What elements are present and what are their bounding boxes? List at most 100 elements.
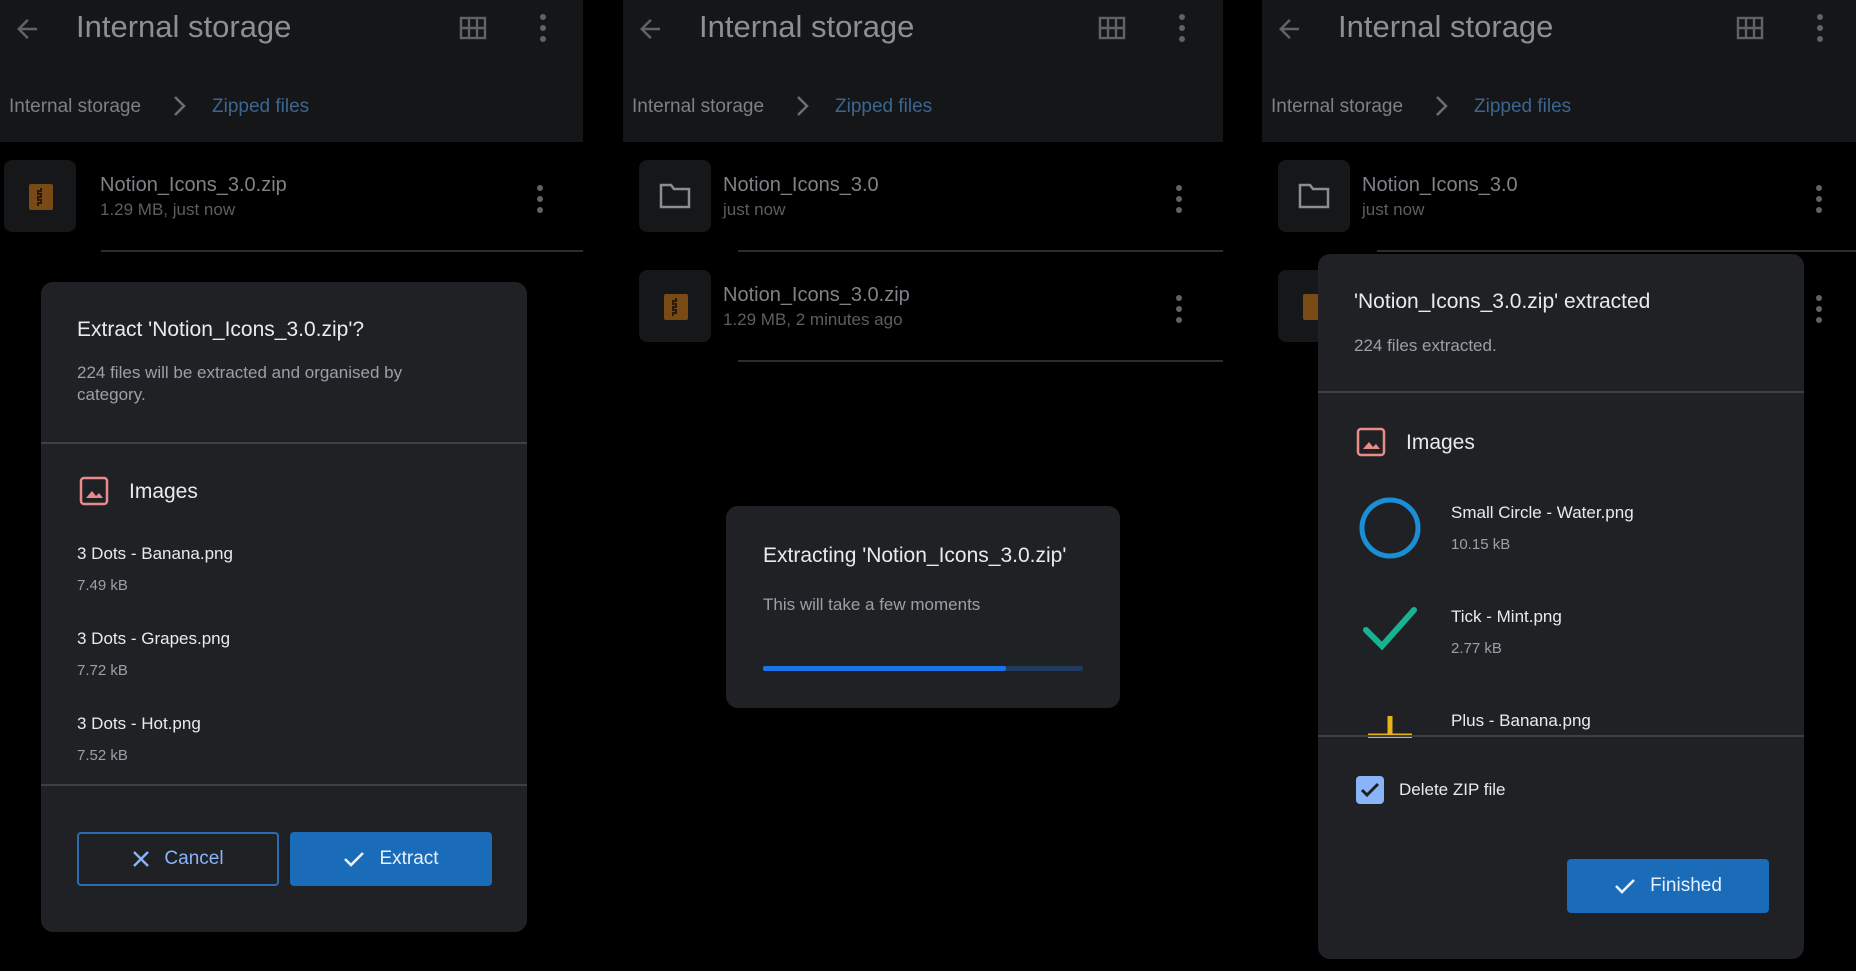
extracted-dialog: 'Notion_Icons_3.0.zip' extracted 224 fil…	[1318, 254, 1804, 959]
file-name: Notion_Icons_3.0.zip	[723, 284, 910, 306]
file-row[interactable]: Notion_Icons_3.0 just now	[1262, 142, 1856, 252]
zip-file-icon	[4, 160, 76, 232]
divider	[1318, 391, 1804, 393]
folder-icon	[639, 160, 711, 232]
divider	[41, 784, 527, 786]
list-item-name: 3 Dots - Banana.png	[77, 544, 233, 563]
back-arrow-icon[interactable]	[12, 14, 42, 44]
back-arrow-icon[interactable]	[1274, 14, 1304, 44]
list-item-size: 7.49 kB	[77, 577, 128, 594]
file-meta: 1.29 MB, just now	[100, 200, 236, 219]
extract-button[interactable]: Extract	[290, 832, 492, 886]
app-bar: Internal storage	[623, 0, 1223, 58]
extract-label: Extract	[379, 848, 439, 869]
circle-icon	[1359, 497, 1421, 559]
list-item-name: Plus - Banana.png	[1451, 711, 1591, 730]
dialog-title: 'Notion_Icons_3.0.zip' extracted	[1354, 290, 1651, 313]
cancel-label: Cancel	[164, 848, 224, 869]
file-name: Notion_Icons_3.0	[1362, 174, 1518, 196]
more-options-icon[interactable]	[1816, 13, 1824, 43]
divider	[1318, 735, 1804, 737]
more-options-icon[interactable]	[1175, 294, 1183, 324]
check-icon	[344, 852, 365, 867]
image-icon	[1356, 427, 1386, 457]
separator	[1223, 0, 1262, 971]
finished-button[interactable]: Finished	[1567, 859, 1769, 913]
panel-extracted: Internal storage Internal storage Zipped…	[1262, 0, 1856, 971]
file-meta: 1.29 MB, 2 minutes ago	[723, 310, 903, 329]
more-options-icon[interactable]	[536, 184, 544, 214]
breadcrumb-current[interactable]: Zipped files	[212, 96, 309, 118]
dialog-subtitle-cont: category.	[77, 385, 146, 404]
list-item-size: 10.15 kB	[1451, 536, 1511, 553]
file-row[interactable]: Notion_Icons_3.0.zip 1.29 MB, just now	[0, 142, 583, 252]
more-options-icon[interactable]	[1178, 13, 1186, 43]
breadcrumb-root[interactable]: Internal storage	[1271, 96, 1403, 118]
file-name: Notion_Icons_3.0.zip	[100, 174, 287, 196]
file-row[interactable]: Notion_Icons_3.0 just now	[623, 142, 1223, 252]
folder-icon	[1278, 160, 1350, 232]
cancel-button[interactable]: Cancel	[77, 832, 279, 886]
list-item-name: 3 Dots - Grapes.png	[77, 629, 231, 648]
breadcrumb-root[interactable]: Internal storage	[632, 96, 764, 118]
checkmark-icon	[1360, 782, 1380, 798]
divider	[41, 442, 527, 444]
panel-extracting: Internal storage Internal storage Zipped…	[623, 0, 1223, 971]
tick-icon	[1363, 607, 1417, 651]
grid-view-icon[interactable]	[1736, 16, 1764, 40]
check-icon	[1615, 879, 1635, 894]
breadcrumb-current[interactable]: Zipped files	[1474, 96, 1571, 118]
list-item-name: Tick - Mint.png	[1451, 607, 1562, 626]
close-icon	[133, 851, 150, 867]
panel-extract-confirm: Internal storage Internal storage Zipped…	[0, 0, 583, 971]
progress-bar	[763, 666, 1083, 671]
more-options-icon[interactable]	[1815, 184, 1823, 214]
progress-fill	[763, 666, 1007, 671]
list-item-name: 3 Dots - Hot.png	[77, 714, 201, 733]
chevron-right-icon	[797, 96, 809, 116]
divider	[101, 250, 583, 252]
image-icon	[79, 476, 109, 506]
dialog-subtitle: 224 files will be extracted and organise…	[77, 363, 403, 382]
grid-view-icon[interactable]	[1098, 16, 1126, 40]
divider	[738, 360, 1223, 362]
breadcrumb-root[interactable]: Internal storage	[9, 96, 141, 118]
zip-file-icon	[639, 270, 711, 342]
chevron-right-icon	[174, 96, 186, 116]
breadcrumb: Internal storage Zipped files	[623, 58, 1223, 142]
app-bar: Internal storage	[0, 0, 583, 58]
app-bar: Internal storage	[1262, 0, 1856, 58]
extracting-dialog: Extracting 'Notion_Icons_3.0.zip' This w…	[726, 506, 1120, 708]
file-name: Notion_Icons_3.0	[723, 174, 879, 196]
breadcrumb-current[interactable]: Zipped files	[835, 96, 932, 118]
more-options-icon[interactable]	[1815, 294, 1823, 324]
more-options-icon[interactable]	[1175, 184, 1183, 214]
list-item-size: 2.77 kB	[1451, 640, 1502, 657]
section-title: Images	[1406, 431, 1475, 454]
list-item-name: Small Circle - Water.png	[1451, 503, 1634, 522]
breadcrumb: Internal storage Zipped files	[0, 58, 583, 142]
file-meta: just now	[1362, 200, 1425, 219]
dialog-subtitle: 224 files extracted.	[1354, 336, 1497, 355]
file-meta: just now	[723, 200, 786, 219]
chevron-right-icon	[1436, 96, 1448, 116]
delete-zip-checkbox[interactable]	[1356, 776, 1384, 804]
back-arrow-icon[interactable]	[635, 14, 665, 44]
dialog-subtitle: This will take a few moments	[763, 595, 981, 614]
app-title: Internal storage	[699, 9, 915, 44]
app-title: Internal storage	[76, 9, 292, 44]
dialog-title: Extract 'Notion_Icons_3.0.zip'?	[77, 318, 365, 341]
grid-view-icon[interactable]	[459, 16, 487, 40]
divider	[1377, 250, 1856, 252]
app-title: Internal storage	[1338, 9, 1554, 44]
more-options-icon[interactable]	[539, 13, 547, 43]
finished-label: Finished	[1650, 875, 1722, 896]
breadcrumb: Internal storage Zipped files	[1262, 58, 1856, 142]
list-item-size: 7.52 kB	[77, 747, 128, 764]
extract-dialog: Extract 'Notion_Icons_3.0.zip'? 224 file…	[41, 282, 527, 932]
list-item-size: 7.72 kB	[77, 662, 128, 679]
section-title: Images	[129, 480, 198, 503]
file-row[interactable]: Notion_Icons_3.0.zip 1.29 MB, 2 minutes …	[623, 252, 1223, 362]
delete-zip-label[interactable]: Delete ZIP file	[1399, 780, 1505, 800]
separator	[583, 0, 623, 971]
